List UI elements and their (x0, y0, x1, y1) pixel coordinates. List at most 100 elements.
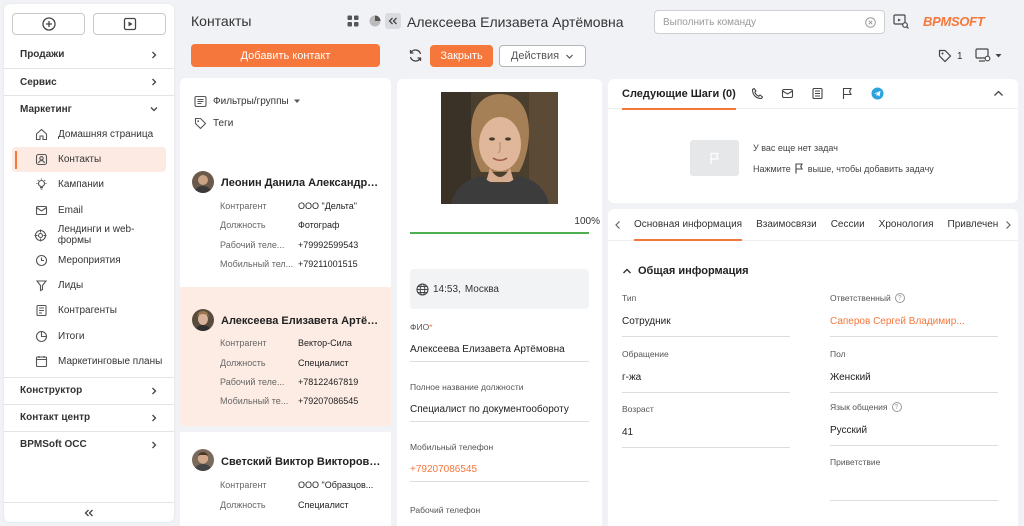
full-name-field[interactable]: ФИО* Алексеева Елизавета Артёмовна (410, 322, 589, 362)
age-field[interactable]: Возраст 41 (622, 404, 790, 448)
detail-tabs: Основная информация Взаимосвязи Сессии Х… (608, 209, 1018, 241)
contact-card[interactable]: Светский Виктор Викторович Контрагент ООО… (180, 432, 391, 526)
tabs-scroll-left[interactable] (608, 220, 628, 230)
email-icon (34, 203, 48, 217)
type-field[interactable]: Тип Сотрудник (622, 293, 790, 337)
campaign-icon (34, 178, 48, 192)
required-mark: * (429, 322, 433, 332)
nav-item-landings[interactable]: Лендинги и web-формы (12, 223, 166, 248)
add-contact-button[interactable]: Добавить контакт (191, 44, 380, 67)
chevron-right-icon (150, 78, 158, 86)
create-button[interactable] (12, 13, 85, 35)
nav-group-label: BPMSoft OCC (20, 439, 87, 451)
nav-item-accounts[interactable]: Контрагенты (12, 298, 166, 323)
contact-photo[interactable] (441, 92, 558, 204)
nav-group-occ[interactable]: BPMSoft OCC (4, 430, 174, 458)
collapse-nav-button[interactable] (4, 502, 174, 522)
nav-group-service[interactable]: Сервис (4, 68, 174, 95)
chevron-up-icon (623, 268, 631, 274)
field-label: Пол (830, 349, 846, 359)
card-field: Мобильный те... +79207086545 (220, 396, 358, 406)
tab-sessions[interactable]: Сессии (831, 209, 865, 241)
hint-text: выше, чтобы добавить задачу (807, 163, 934, 174)
plus-circle-icon (41, 17, 56, 31)
clear-icon[interactable] (865, 16, 876, 28)
field-value: Русский (830, 425, 998, 446)
tags-counter[interactable]: 1 (938, 49, 963, 63)
tags-filter[interactable]: Теги (180, 112, 391, 134)
job-title-field[interactable]: Полное название должности Специалист по … (410, 382, 589, 422)
tab-relations[interactable]: Взаимосвязи (756, 209, 817, 241)
command-input[interactable]: Выполнить команду (654, 10, 885, 34)
card-field: Должность Специалист (220, 500, 348, 510)
telegram-icon[interactable] (870, 86, 886, 102)
email-icon[interactable] (780, 86, 796, 102)
nav-item-home[interactable]: Домашняя страница (12, 122, 166, 147)
nav-group-contact-center[interactable]: Контакт центр (4, 403, 174, 431)
field-label: Должность (220, 500, 266, 510)
profile-completeness-value: 100% (574, 216, 600, 227)
print-dropdown[interactable] (975, 48, 1002, 62)
field-label: ФИО (410, 322, 430, 332)
tab-main-info[interactable]: Основная информация (634, 209, 743, 241)
collapse-list-button[interactable] (385, 13, 401, 29)
owner-field[interactable]: Ответственный? Саперов Сергей Владимир..… (830, 293, 998, 337)
command-run-button[interactable] (893, 13, 909, 32)
next-steps-title[interactable]: Следующие Шаги (0) (622, 79, 736, 110)
nav-item-contacts[interactable]: Контакты (12, 147, 166, 173)
flag-icon[interactable] (840, 86, 856, 102)
close-button[interactable]: Закрыть (430, 45, 493, 67)
refresh-icon[interactable] (408, 48, 423, 63)
card-field: Контрагент ООО "Образцов... (220, 480, 373, 490)
work-phone-field[interactable]: Рабочий телефон (410, 505, 589, 515)
field-label: Контрагент (220, 480, 267, 490)
general-info-section[interactable]: Общая информация (622, 265, 749, 277)
nav-item-email[interactable]: Email (12, 198, 166, 223)
chevron-up-icon[interactable] (993, 88, 1004, 102)
card-field: Рабочий теле... +78122467819 (220, 377, 358, 387)
owner-link[interactable]: Саперов Сергей Владимир... (830, 316, 998, 337)
contact-card[interactable]: Леонин Данила Александро... Контрагент ОО… (180, 161, 391, 287)
empty-tasks-hint: Нажмите выше, чтобы добавить задачу (753, 163, 934, 174)
nav-top-buttons (4, 4, 174, 41)
field-label: Рабочий теле... (220, 240, 285, 250)
nav-group-constructor[interactable]: Конструктор (4, 376, 174, 404)
actions-dropdown[interactable]: Действия (499, 45, 586, 67)
nav-item-leads[interactable]: Лиды (12, 273, 166, 298)
mobile-phone-field[interactable]: Мобильный телефон +79207086545 (410, 442, 589, 482)
chevron-right-icon (150, 387, 158, 395)
card-field: Рабочий теле... +79992599543 (220, 240, 358, 250)
grid-view-icon[interactable] (347, 15, 359, 27)
avatar (192, 449, 214, 471)
event-icon (34, 254, 48, 268)
tab-attraction[interactable]: Привлечение (948, 209, 999, 241)
mobile-phone-link[interactable]: +79207086545 (410, 464, 589, 482)
field-label: Обращение (622, 349, 669, 359)
nav-group-sales[interactable]: Продажи (4, 41, 174, 68)
gender-field[interactable]: Пол Женский (830, 349, 998, 393)
phone-icon[interactable] (750, 86, 766, 102)
language-field[interactable]: Язык общения? Русский (830, 402, 998, 446)
nav-item-analytics[interactable]: Итоги (12, 324, 166, 349)
nav-item-events[interactable]: Мероприятия (12, 248, 166, 273)
help-icon[interactable]: ? (894, 293, 905, 303)
help-icon[interactable]: ? (891, 402, 902, 412)
greeting-field[interactable]: Приветствие (830, 457, 998, 501)
nav-item-campaigns[interactable]: Кампании (12, 172, 166, 197)
salutation-field[interactable]: Обращение г-жа (622, 349, 790, 393)
nav-group-marketing[interactable]: Маркетинг (4, 95, 174, 122)
tab-timeline[interactable]: Хронология (879, 209, 934, 241)
contact-card-selected[interactable]: Алексеева Елизавета Артём... Контрагент В… (180, 287, 391, 426)
nav-item-plans[interactable]: Маркетинговые планы (12, 349, 166, 374)
run-process-button[interactable] (93, 13, 166, 35)
field-label: Тип (622, 293, 637, 303)
analytics-view-icon[interactable] (369, 15, 381, 27)
chevron-down-icon (150, 105, 158, 113)
notes-icon[interactable] (810, 86, 826, 102)
contact-name: Светский Виктор Викторович (221, 456, 381, 468)
field-value: +78122467819 (298, 377, 359, 387)
filters-groups-dropdown[interactable]: Фильтры/группы (180, 90, 391, 112)
tabs-scroll-right[interactable] (998, 220, 1018, 230)
field-label: Контрагент (220, 338, 267, 348)
analytics-icon (34, 329, 48, 343)
